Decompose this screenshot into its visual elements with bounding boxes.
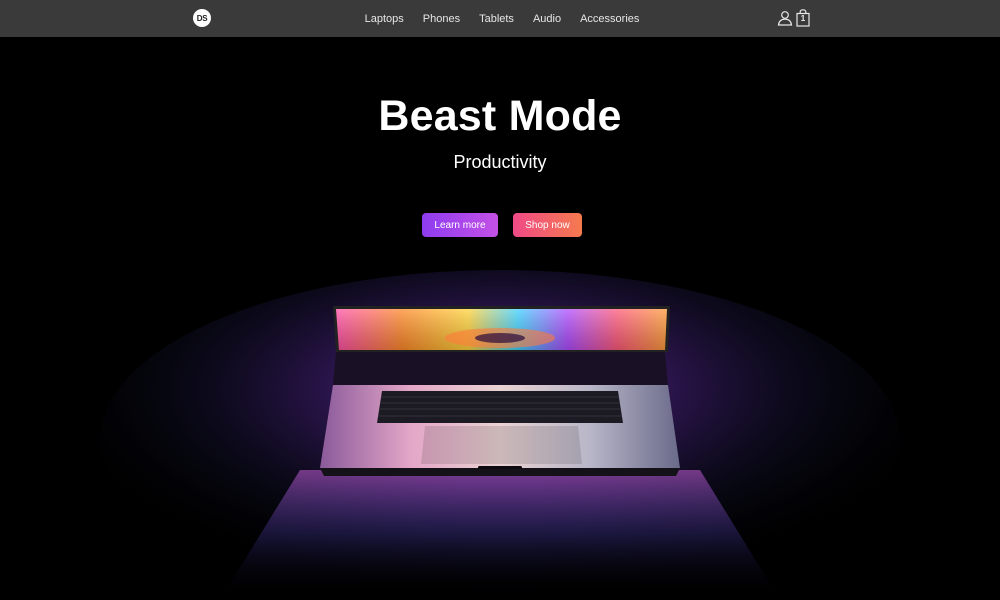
hero-subtitle: Productivity bbox=[453, 152, 547, 172]
shopping-bag-icon[interactable]: 1 bbox=[796, 9, 812, 27]
cart-count-badge: 1 bbox=[800, 14, 806, 23]
nav-link-accessories[interactable]: Accessories bbox=[580, 13, 639, 25]
brand-logo[interactable]: DS bbox=[193, 9, 211, 27]
page: DS Laptops Phones Tablets Audio Accessor… bbox=[0, 0, 1000, 600]
user-icon[interactable] bbox=[777, 10, 793, 28]
nav-link-tablets[interactable]: Tablets bbox=[479, 13, 514, 25]
shop-now-button[interactable]: Shop now bbox=[513, 213, 582, 237]
nav-link-laptops[interactable]: Laptops bbox=[365, 13, 404, 25]
learn-more-button[interactable]: Learn more bbox=[422, 213, 498, 237]
main-nav: Laptops Phones Tablets Audio Accessories bbox=[0, 0, 1000, 37]
navbar: DS Laptops Phones Tablets Audio Accessor… bbox=[0, 0, 1000, 37]
hero-title: Beast Mode bbox=[378, 92, 622, 140]
hero-laptop-image bbox=[100, 270, 900, 600]
nav-link-phones[interactable]: Phones bbox=[423, 13, 460, 25]
nav-link-audio[interactable]: Audio bbox=[533, 13, 561, 25]
